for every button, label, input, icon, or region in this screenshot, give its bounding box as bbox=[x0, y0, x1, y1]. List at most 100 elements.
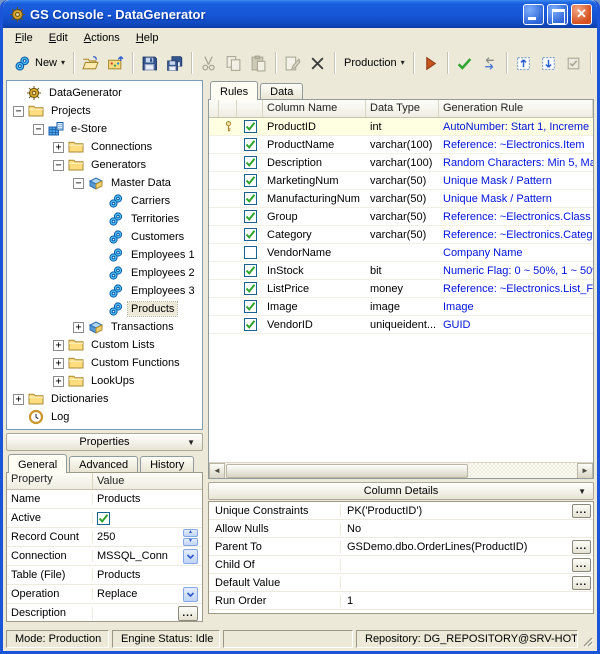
collapse-box-icon[interactable]: − bbox=[53, 160, 64, 171]
column-enabled-checkbox[interactable] bbox=[244, 192, 257, 205]
tab-rules[interactable]: Rules bbox=[210, 81, 258, 100]
property-row-record-count[interactable]: Record Count250▲▼ bbox=[7, 528, 202, 547]
tree-item-master-data[interactable]: −Master Data bbox=[7, 174, 202, 192]
expand-box-icon[interactable]: + bbox=[53, 142, 64, 153]
property-row-active[interactable]: Active bbox=[7, 509, 202, 528]
rule-row-vendorname[interactable]: VendorNameCompany Name bbox=[209, 244, 593, 262]
resize-grip[interactable] bbox=[581, 635, 594, 648]
column-details-header[interactable]: Column Details ▼ bbox=[208, 482, 594, 500]
menu-help[interactable]: Help bbox=[128, 30, 167, 46]
import-button[interactable] bbox=[536, 51, 561, 76]
property-row-connection[interactable]: ConnectionMSSQL_Conn bbox=[7, 547, 202, 566]
collapse-box-icon[interactable]: − bbox=[13, 106, 24, 117]
detail-row-run-order[interactable]: Run Order1 bbox=[209, 592, 593, 610]
rule-row-listprice[interactable]: ListPricemoneyReference: ~Electronics.Li… bbox=[209, 280, 593, 298]
tab-history[interactable]: History bbox=[140, 456, 194, 472]
column-enabled-checkbox[interactable] bbox=[244, 228, 257, 241]
detail-row-default-value[interactable]: Default Value... bbox=[209, 574, 593, 592]
data-type-header[interactable]: Data Type bbox=[366, 100, 439, 117]
tree-item-employees-2[interactable]: Employees 2 bbox=[7, 264, 202, 282]
ellipsis-button[interactable]: ... bbox=[572, 558, 591, 572]
column-name-header[interactable]: Column Name bbox=[263, 100, 366, 117]
tree-item-generators[interactable]: −Generators bbox=[7, 156, 202, 174]
tree-item-dictionaries[interactable]: +Dictionaries bbox=[7, 390, 202, 408]
sync-button[interactable] bbox=[477, 51, 502, 76]
expand-box-icon[interactable]: + bbox=[73, 322, 84, 333]
dropdown-button[interactable] bbox=[183, 549, 198, 564]
column-enabled-checkbox[interactable] bbox=[244, 156, 257, 169]
save-button[interactable] bbox=[137, 51, 162, 76]
save-all-button[interactable] bbox=[162, 51, 187, 76]
property-row-operation[interactable]: OperationReplace bbox=[7, 585, 202, 604]
column-enabled-checkbox[interactable] bbox=[244, 174, 257, 187]
tree-item-log[interactable]: Log bbox=[7, 408, 202, 426]
detail-row-parent-to[interactable]: Parent ToGSDemo.dbo.OrderLines(ProductID… bbox=[209, 538, 593, 556]
column-enabled-checkbox[interactable] bbox=[244, 300, 257, 313]
detail-row-allow-nulls[interactable]: Allow NullsNo bbox=[209, 520, 593, 538]
scroll-left-button[interactable]: ◄ bbox=[209, 463, 225, 479]
column-enabled-checkbox[interactable] bbox=[244, 264, 257, 277]
dropdown-button[interactable] bbox=[183, 587, 198, 602]
run-button[interactable] bbox=[418, 51, 443, 76]
column-enabled-checkbox[interactable] bbox=[244, 318, 257, 331]
validate-button[interactable] bbox=[452, 51, 477, 76]
tree-item-datagenerator[interactable]: DataGenerator bbox=[7, 84, 202, 102]
property-row-table-file-[interactable]: Table (File)Products bbox=[7, 566, 202, 585]
column-enabled-checkbox[interactable] bbox=[244, 138, 257, 151]
rule-row-category[interactable]: Categoryvarchar(50)Reference: ~Electroni… bbox=[209, 226, 593, 244]
spinner-up-icon[interactable]: ▲ bbox=[183, 529, 198, 537]
expand-box-icon[interactable]: + bbox=[13, 394, 24, 405]
detail-row-unique-constraints[interactable]: Unique ConstraintsPK('ProductID')... bbox=[209, 502, 593, 520]
tree-item-customers[interactable]: Customers bbox=[7, 228, 202, 246]
import-project-button[interactable] bbox=[103, 51, 128, 76]
close-button[interactable] bbox=[571, 4, 592, 25]
ellipsis-button[interactable]: ... bbox=[178, 606, 198, 621]
properties-panel-header[interactable]: Properties ▼ bbox=[6, 433, 203, 451]
tab-general[interactable]: General bbox=[8, 454, 67, 473]
active-checkbox[interactable] bbox=[97, 512, 110, 525]
delete-button[interactable] bbox=[305, 51, 330, 76]
detail-row-child-of[interactable]: Child Of... bbox=[209, 556, 593, 574]
export-button[interactable] bbox=[511, 51, 536, 76]
menu-actions[interactable]: Actions bbox=[76, 30, 128, 46]
record-count-spinner[interactable]: ▲▼ bbox=[183, 529, 198, 546]
rule-row-marketingnum[interactable]: MarketingNumvarchar(50)Unique Mask / Pat… bbox=[209, 172, 593, 190]
tree-item-e-store[interactable]: −e-Store bbox=[7, 120, 202, 138]
rule-row-manufacturingnum[interactable]: ManufacturingNumvarchar(50)Unique Mask /… bbox=[209, 190, 593, 208]
tree-item-transactions[interactable]: +Transactions bbox=[7, 318, 202, 336]
rule-row-group[interactable]: Groupvarchar(50)Reference: ~Electronics.… bbox=[209, 208, 593, 226]
save-copy-button[interactable] bbox=[595, 51, 600, 76]
column-enabled-checkbox[interactable] bbox=[244, 282, 257, 295]
tree-item-products[interactable]: Products bbox=[7, 300, 202, 318]
expand-box-icon[interactable]: + bbox=[53, 340, 64, 351]
tree-item-employees-1[interactable]: Employees 1 bbox=[7, 246, 202, 264]
expand-box-icon[interactable]: + bbox=[53, 358, 64, 369]
tree-item-custom-lists[interactable]: +Custom Lists bbox=[7, 336, 202, 354]
column-enabled-checkbox[interactable] bbox=[244, 210, 257, 223]
property-row-name[interactable]: NameProducts bbox=[7, 490, 202, 509]
column-enabled-checkbox[interactable] bbox=[244, 120, 257, 133]
environment-button[interactable]: Production▾ bbox=[339, 51, 409, 76]
tree-item-projects[interactable]: −Projects bbox=[7, 102, 202, 120]
tree-item-territories[interactable]: Territories bbox=[7, 210, 202, 228]
tab-advanced[interactable]: Advanced bbox=[69, 456, 138, 472]
ellipsis-button[interactable]: ... bbox=[572, 540, 591, 554]
rule-row-productname[interactable]: ProductNamevarchar(100)Reference: ~Elect… bbox=[209, 136, 593, 154]
spinner-down-icon[interactable]: ▼ bbox=[183, 538, 198, 546]
rule-row-instock[interactable]: InStockbitNumeric Flag: 0 ~ 50%, 1 ~ 50% bbox=[209, 262, 593, 280]
ellipsis-button[interactable]: ... bbox=[572, 504, 591, 518]
column-enabled-checkbox[interactable] bbox=[244, 246, 257, 259]
rule-row-description[interactable]: Descriptionvarchar(100)Random Characters… bbox=[209, 154, 593, 172]
menu-edit[interactable]: Edit bbox=[41, 30, 76, 46]
tree-item-lookups[interactable]: +LookUps bbox=[7, 372, 202, 390]
tree-item-carriers[interactable]: Carriers bbox=[7, 192, 202, 210]
tree-item-employees-3[interactable]: Employees 3 bbox=[7, 282, 202, 300]
rule-row-image[interactable]: ImageimageImage bbox=[209, 298, 593, 316]
new-button[interactable]: New▾ bbox=[10, 51, 69, 76]
minimize-button[interactable] bbox=[523, 4, 544, 25]
expand-box-icon[interactable]: + bbox=[53, 376, 64, 387]
ellipsis-button[interactable]: ... bbox=[572, 576, 591, 590]
collapse-box-icon[interactable]: − bbox=[33, 124, 44, 135]
property-row-description[interactable]: Description... bbox=[7, 604, 202, 622]
maximize-button[interactable] bbox=[547, 4, 568, 25]
